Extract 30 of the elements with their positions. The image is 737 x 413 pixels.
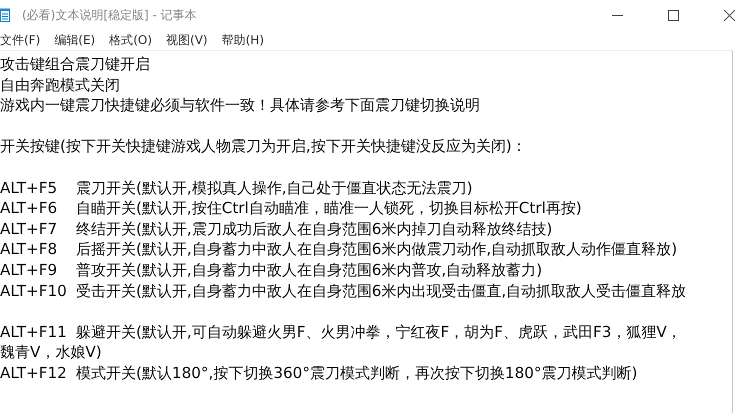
text-line: 震刀开关(默认开,模拟真人操作,自己处于僵直状态无法震刀): [76, 178, 473, 198]
text-line: 游戏内一键震刀快捷键必须与软件一致！具体请参考下面震刀键切换说明: [0, 95, 480, 116]
text-line: 终结开关(默认开,震刀成功后敌人在自身范围6米内掉刀自动释放终结技): [76, 218, 552, 240]
hotkey-text: ALT+F12: [0, 362, 68, 384]
menu-item[interactable]: 帮助(H): [222, 32, 264, 48]
text-line: 模式开关(默认180°,按下切换360°震刀模式判断，再次按下切换180°震刀模式判断): [76, 362, 638, 384]
hotkey-text: ALT+F8: [0, 239, 58, 260]
text-line: 躲避开关(默认开,可自动躲避火男F、火男冲拳，宁红夜F，胡为F、虎跃，武田F3，狐狸V，: [76, 322, 682, 342]
text-line: 自由奔跑模式关闭: [0, 74, 120, 96]
menu-item[interactable]: 格式(O): [109, 32, 152, 48]
hotkey-text: ALT+F7: [0, 218, 58, 240]
text-line: 攻击键组合震刀键开启: [0, 54, 150, 75]
text-line: 自瞄开关(默认开,按住Ctrl自动瞄准，瞄准一人锁死，切换目标松开Ctrl再按): [76, 198, 582, 219]
menu-item[interactable]: 视图(V): [166, 32, 208, 48]
text-line: 受击开关(默认开,自身蓄力中敌人在自身范围6米内出现受击僵直,自动抓取敌人受击僵直释放: [76, 280, 686, 302]
text-line: 魏青V，水娘V): [0, 342, 102, 363]
hotkey-text: ALT+F6: [0, 198, 58, 219]
text-line: 开关按键(按下开关快捷键游戏人物震刀为开启,按下开关快捷键没反应为关闭)：: [0, 136, 527, 157]
window-title: (必看)文本说明[稳定版] - 记事本: [22, 6, 197, 24]
close-icon[interactable]: [724, 10, 735, 20]
hotkey-text: ALT+F9: [0, 260, 58, 281]
hotkey-text: ALT+F11: [0, 322, 68, 342]
maximize-icon[interactable]: [668, 10, 679, 20]
menu-item[interactable]: 编辑(E): [54, 32, 96, 48]
text-line: 普攻开关(默认开,自身蓄力中敌人在自身范围6米内普攻,自动释放蓄力): [76, 260, 542, 281]
text-line: 后摇开关(默认开,自身蓄力中敌人在自身范围6米内做震刀动作,自动抓取敌人动作僵直释放): [76, 239, 678, 260]
notepad-icon: [0, 8, 10, 22]
hotkey-text: ALT+F10: [0, 280, 68, 302]
menu-item[interactable]: 文件(F): [0, 32, 40, 48]
hotkey-text: ALT+F5: [0, 178, 58, 198]
